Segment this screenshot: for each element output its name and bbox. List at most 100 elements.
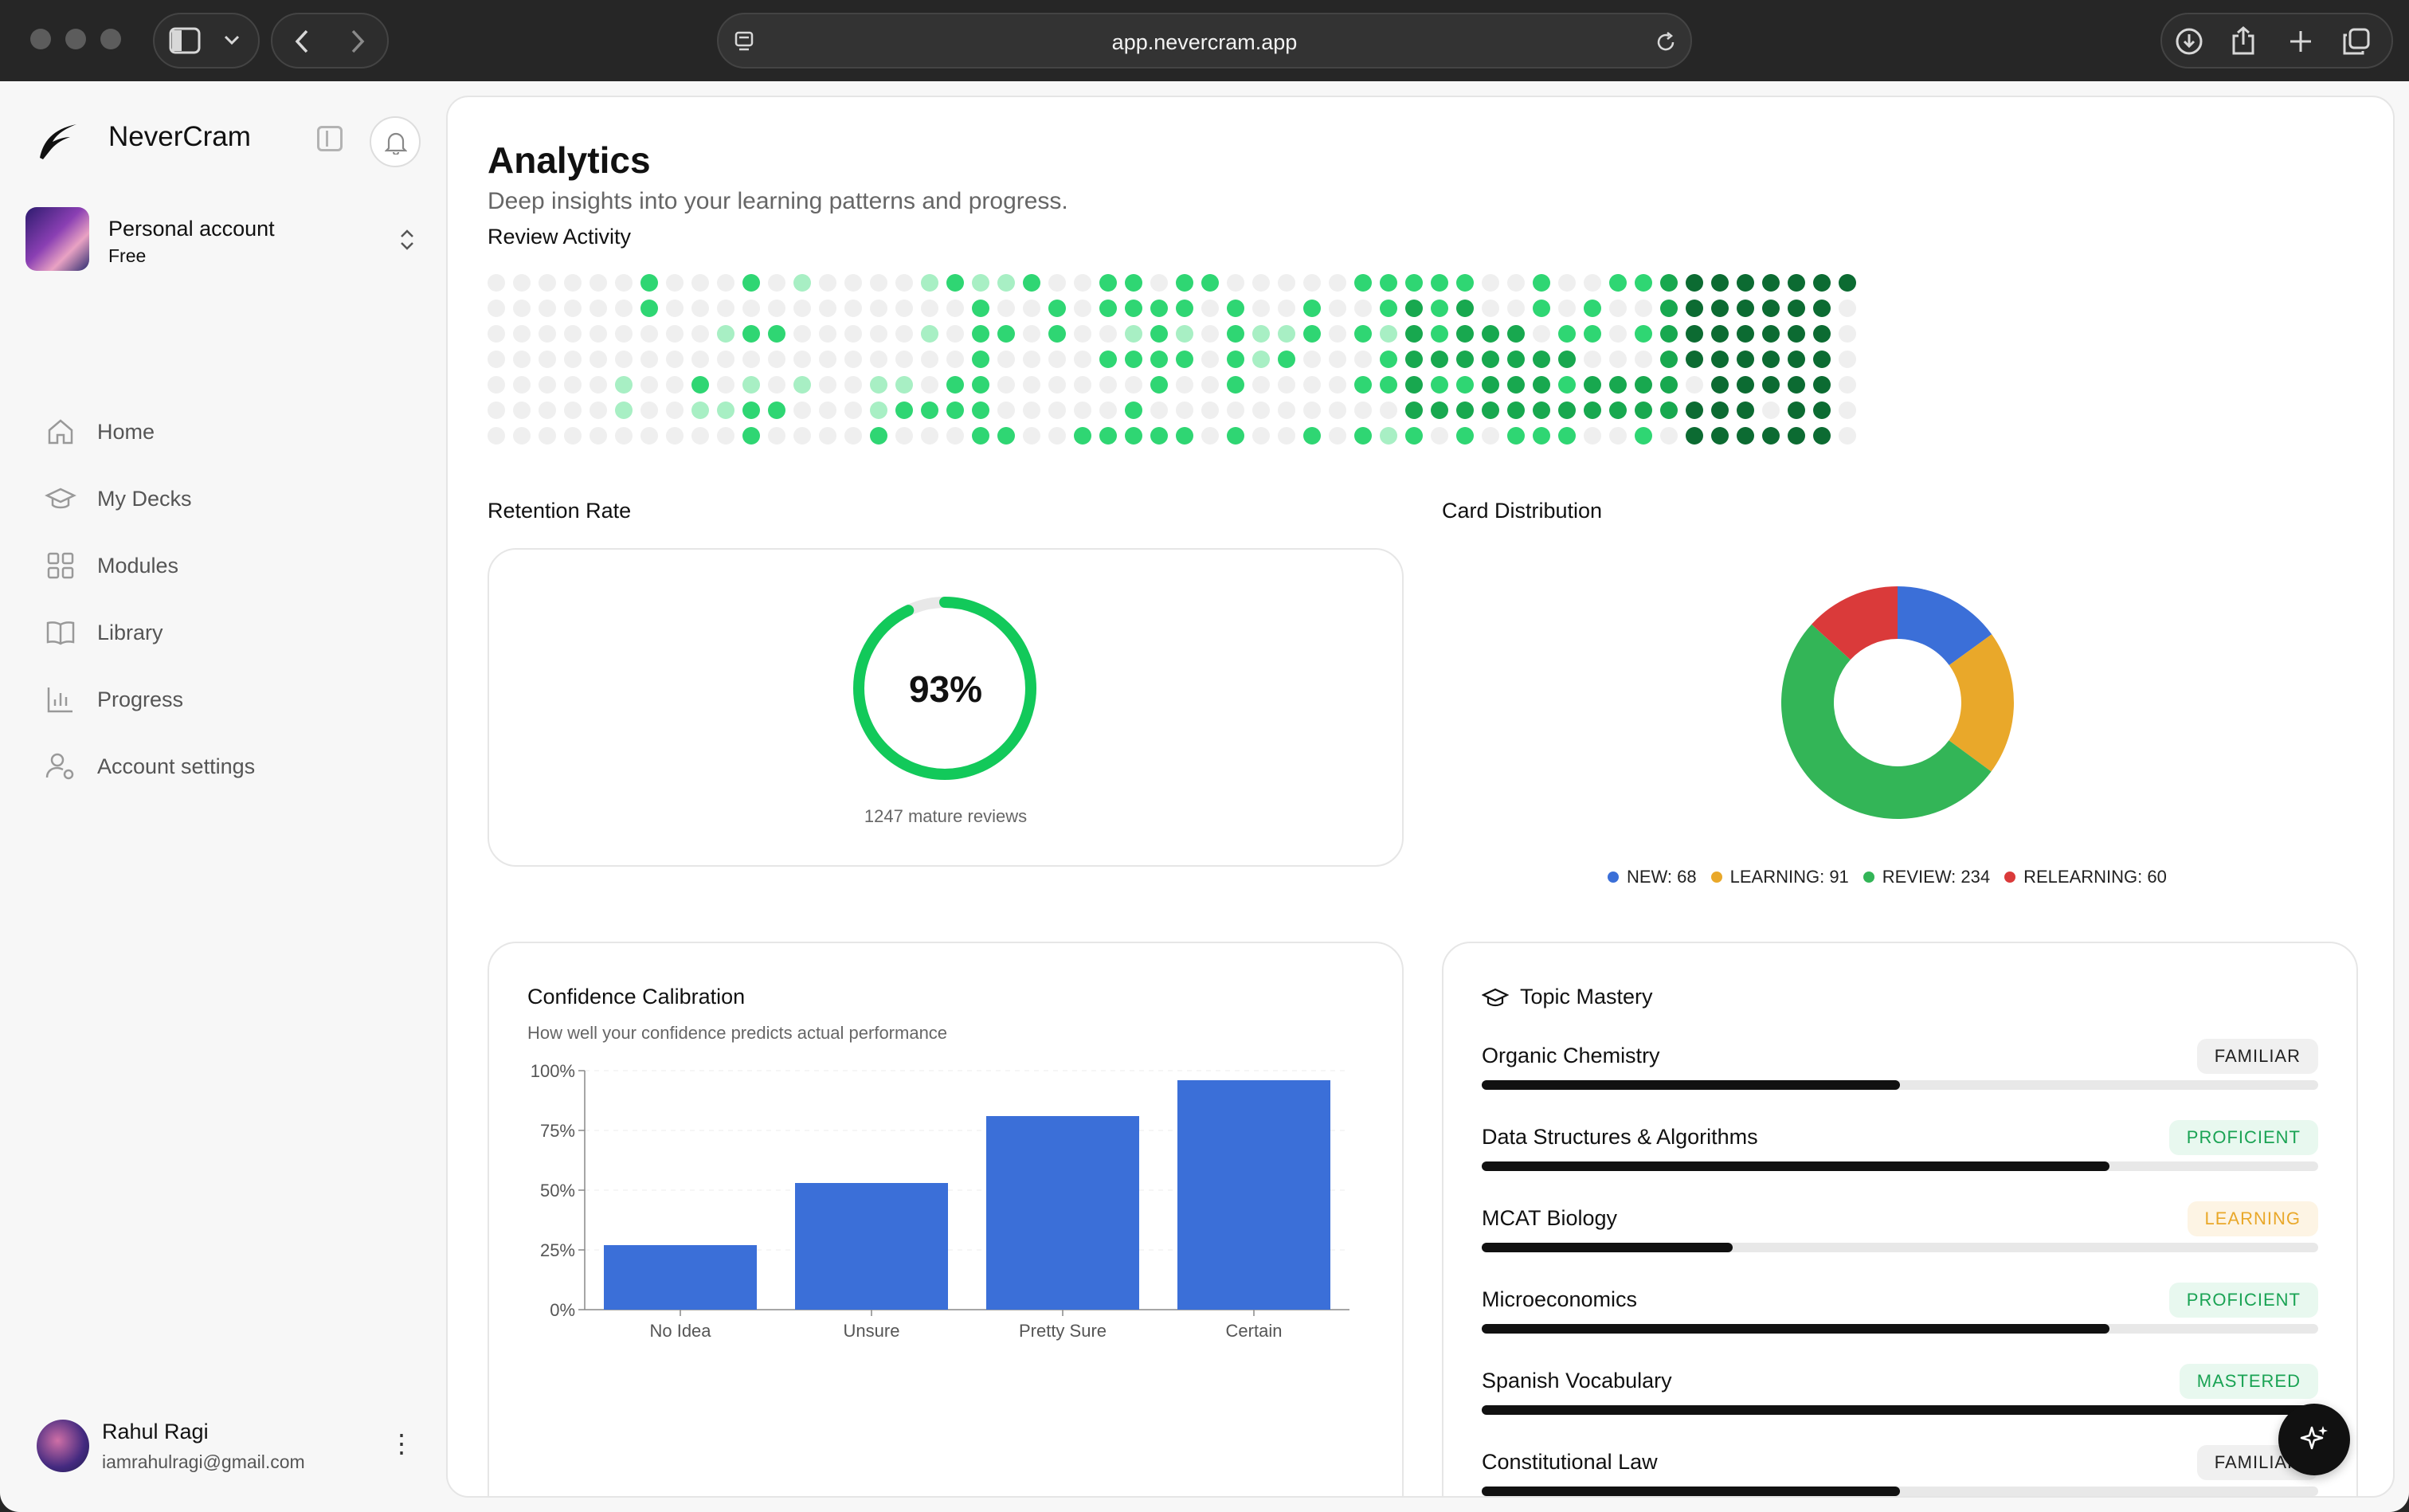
heatmap-cell: [1609, 402, 1627, 419]
heatmap-cell: [1507, 274, 1525, 292]
heatmap-cell: [742, 427, 760, 445]
nav-item-progress[interactable]: Progress: [45, 679, 183, 720]
heatmap-cell: [1405, 427, 1423, 445]
heatmap-cell: [793, 300, 811, 317]
y-tick-label: 0%: [550, 1300, 575, 1320]
account-switcher-icon[interactable]: [398, 228, 416, 252]
window-close-button[interactable]: [30, 29, 51, 49]
heatmap-cell: [1201, 325, 1219, 343]
heatmap-cell: [1813, 274, 1831, 292]
bar-chart-icon: [47, 687, 72, 713]
heatmap-cell: [1354, 427, 1372, 445]
topic-row[interactable]: Constitutional Law FAMILIAR: [1482, 1445, 2318, 1496]
new-tab-icon[interactable]: [2288, 29, 2313, 54]
back-arrow-icon[interactable]: [293, 29, 311, 54]
heatmap-cell: [793, 351, 811, 368]
y-tick-label: 100%: [531, 1063, 575, 1081]
heatmap-cell: [640, 325, 658, 343]
heatmap-cell: [488, 427, 505, 445]
heatmap-cell: [640, 300, 658, 317]
heatmap-cell: [1635, 427, 1652, 445]
ai-assistant-button[interactable]: [2278, 1404, 2350, 1475]
user-avatar[interactable]: [37, 1420, 89, 1472]
heatmap-cell: [1405, 300, 1423, 317]
window-minimize-button[interactable]: [65, 29, 86, 49]
heatmap-cell: [793, 274, 811, 292]
collapse-sidebar-icon[interactable]: [317, 126, 343, 151]
heatmap-cell: [1456, 427, 1474, 445]
tabs-overview-icon[interactable]: [2342, 27, 2371, 56]
heatmap-cell: [539, 376, 556, 394]
card-distribution-label: Card Distribution: [1442, 499, 1603, 523]
heatmap-cell: [793, 376, 811, 394]
heatmap-cell: [844, 376, 862, 394]
heatmap-cell: [1201, 300, 1219, 317]
heatmap-cell: [513, 325, 531, 343]
heatmap-cell: [1813, 325, 1831, 343]
heatmap-cell: [717, 325, 734, 343]
heatmap-cell: [1252, 325, 1270, 343]
heatmap-cell: [768, 300, 785, 317]
reload-icon[interactable]: [1654, 30, 1678, 54]
history-nav-group: [271, 13, 389, 69]
window-zoom-button[interactable]: [100, 29, 121, 49]
download-icon[interactable]: [2175, 27, 2203, 56]
heatmap-cell: [895, 274, 913, 292]
heatmap-cell: [1354, 325, 1372, 343]
heatmap-cell: [1380, 376, 1397, 394]
heatmap-cell: [1303, 427, 1321, 445]
heatmap-cell: [1533, 402, 1550, 419]
heatmap-cell: [1507, 300, 1525, 317]
topic-row[interactable]: Spanish Vocabulary MASTERED: [1482, 1364, 2318, 1432]
heatmap-cell: [1839, 376, 1856, 394]
heatmap-cell: [513, 274, 531, 292]
heatmap-cell: [1150, 274, 1168, 292]
more-options-icon[interactable]: ⋮: [389, 1431, 414, 1456]
heatmap-cell: [691, 300, 709, 317]
heatmap-cell: [997, 402, 1015, 419]
heatmap-cell: [691, 274, 709, 292]
share-icon[interactable]: [2231, 25, 2256, 56]
nav-item-modules[interactable]: Modules: [45, 545, 178, 586]
account-avatar[interactable]: [25, 207, 89, 271]
topic-row[interactable]: Organic Chemistry FAMILIAR: [1482, 1039, 2318, 1107]
heatmap-cell: [1686, 300, 1703, 317]
mastery-progress-track: [1482, 1243, 2318, 1252]
heatmap-cell: [972, 402, 989, 419]
topic-row[interactable]: Data Structures & Algorithms PROFICIENT: [1482, 1120, 2318, 1189]
heatmap-cell: [1023, 274, 1040, 292]
heatmap-cell: [1252, 274, 1270, 292]
heatmap-cell: [1584, 376, 1601, 394]
account-name[interactable]: Personal account: [108, 217, 275, 241]
topic-row[interactable]: Microeconomics PROFICIENT: [1482, 1283, 2318, 1351]
heatmap-cell: [819, 274, 836, 292]
heatmap-cell: [946, 300, 964, 317]
heatmap-cell: [768, 427, 785, 445]
topic-name: MCAT Biology: [1482, 1206, 1618, 1230]
heatmap-cell: [1074, 300, 1091, 317]
forward-arrow-icon[interactable]: [349, 29, 366, 54]
heatmap-cell: [895, 351, 913, 368]
topic-row[interactable]: MCAT Biology LEARNING: [1482, 1201, 2318, 1270]
heatmap-cell: [513, 427, 531, 445]
heatmap-cell: [1176, 376, 1193, 394]
nav-item-library[interactable]: Library: [45, 612, 163, 653]
nav-item-my-decks[interactable]: My Decks: [45, 478, 192, 519]
nav-item-account-settings[interactable]: Account settings: [45, 746, 255, 787]
address-bar[interactable]: app.nevercram.app: [717, 13, 1692, 69]
sidebar-toggle-button[interactable]: [153, 13, 260, 69]
heatmap-cell: [1099, 376, 1117, 394]
notifications-button[interactable]: [370, 116, 421, 167]
heatmap-cell: [946, 325, 964, 343]
heatmap-cell: [1303, 351, 1321, 368]
x-tick-label: No Idea: [649, 1321, 711, 1341]
heatmap-cell: [1584, 351, 1601, 368]
heatmap-cell: [640, 274, 658, 292]
nav-item-home[interactable]: Home: [45, 411, 155, 452]
heatmap-cell: [972, 427, 989, 445]
heatmap-cell: [1788, 427, 1805, 445]
heatmap-cell: [768, 274, 785, 292]
mastery-progress-track: [1482, 1080, 2318, 1090]
heatmap-cell: [1329, 376, 1346, 394]
heatmap-cell: [895, 325, 913, 343]
